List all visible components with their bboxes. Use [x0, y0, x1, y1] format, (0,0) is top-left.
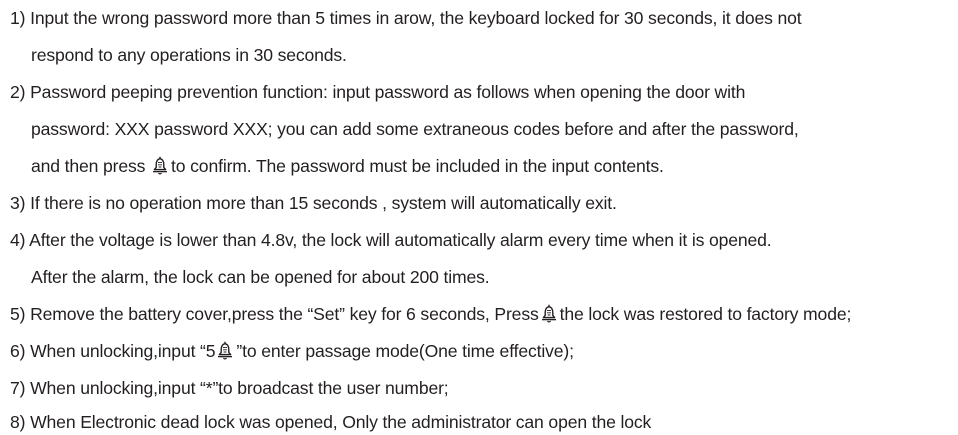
item-3-number: 3): [10, 193, 26, 213]
item-2-line-2: password: XXX password XXX; you can add …: [31, 119, 799, 139]
item-2-line-3-before: and then press: [31, 156, 146, 176]
item-2-line-3-after: to confirm. The password must be include…: [171, 156, 664, 176]
item-8-line: 8) When Electronic dead lock was opened,…: [10, 410, 651, 434]
item-6-line: 6) When unlocking,input “5 ”to enter pass…: [10, 339, 574, 363]
item-2-number: 2): [10, 82, 26, 102]
item-3-text: If there is no operation more than 15 se…: [30, 193, 617, 213]
item-5-after: the lock was restored to factory mode;: [559, 304, 852, 324]
item-5-number: 5): [10, 304, 26, 324]
bell-key-icon: [216, 340, 234, 360]
item-4-line-1: 4) After the voltage is lower than 4.8v,…: [10, 228, 772, 252]
item-2-text-line-1: Password peeping prevention function: in…: [30, 82, 746, 102]
item-6-number: 6): [10, 341, 26, 361]
item-4-number: 4): [10, 230, 26, 250]
item-1-line-2: respond to any operations in 30 seconds.: [31, 45, 347, 65]
item-5-before: Remove the battery cover,press the “Set”…: [30, 304, 539, 324]
item-2-line-3: and then press to confirm. The password …: [31, 154, 664, 178]
instruction-list: 1) Input the wrong password more than 5 …: [0, 0, 958, 435]
item-7-line: 7) When unlocking,input “*”to broadcast …: [10, 376, 449, 400]
item-2-line-1: 2) Password peeping prevention function:…: [10, 80, 745, 104]
item-1-text-line-1: Input the wrong password more than 5 tim…: [30, 8, 802, 28]
bell-key-icon: [151, 155, 169, 175]
item-4-line-2: After the alarm, the lock can be opened …: [31, 267, 490, 287]
bell-key-icon: [540, 303, 558, 323]
item-7-text: When unlocking,input “*”to broadcast the…: [30, 378, 449, 398]
item-8-text: When Electronic dead lock was opened, On…: [30, 412, 652, 432]
item-1-line-1: 1) Input the wrong password more than 5 …: [10, 6, 802, 30]
item-4-text-line-1: After the voltage is lower than 4.8v, th…: [29, 230, 772, 250]
item-6-before: When unlocking,input “5: [30, 341, 216, 361]
item-3-line: 3) If there is no operation more than 15…: [10, 191, 617, 215]
item-7-number: 7): [10, 378, 26, 398]
item-1-number: 1): [10, 8, 26, 28]
item-5-line: 5) Remove the battery cover,press the “S…: [10, 302, 851, 326]
item-8-number: 8): [10, 412, 26, 432]
item-6-after: ”to enter passage mode(One time effectiv…: [236, 341, 574, 361]
